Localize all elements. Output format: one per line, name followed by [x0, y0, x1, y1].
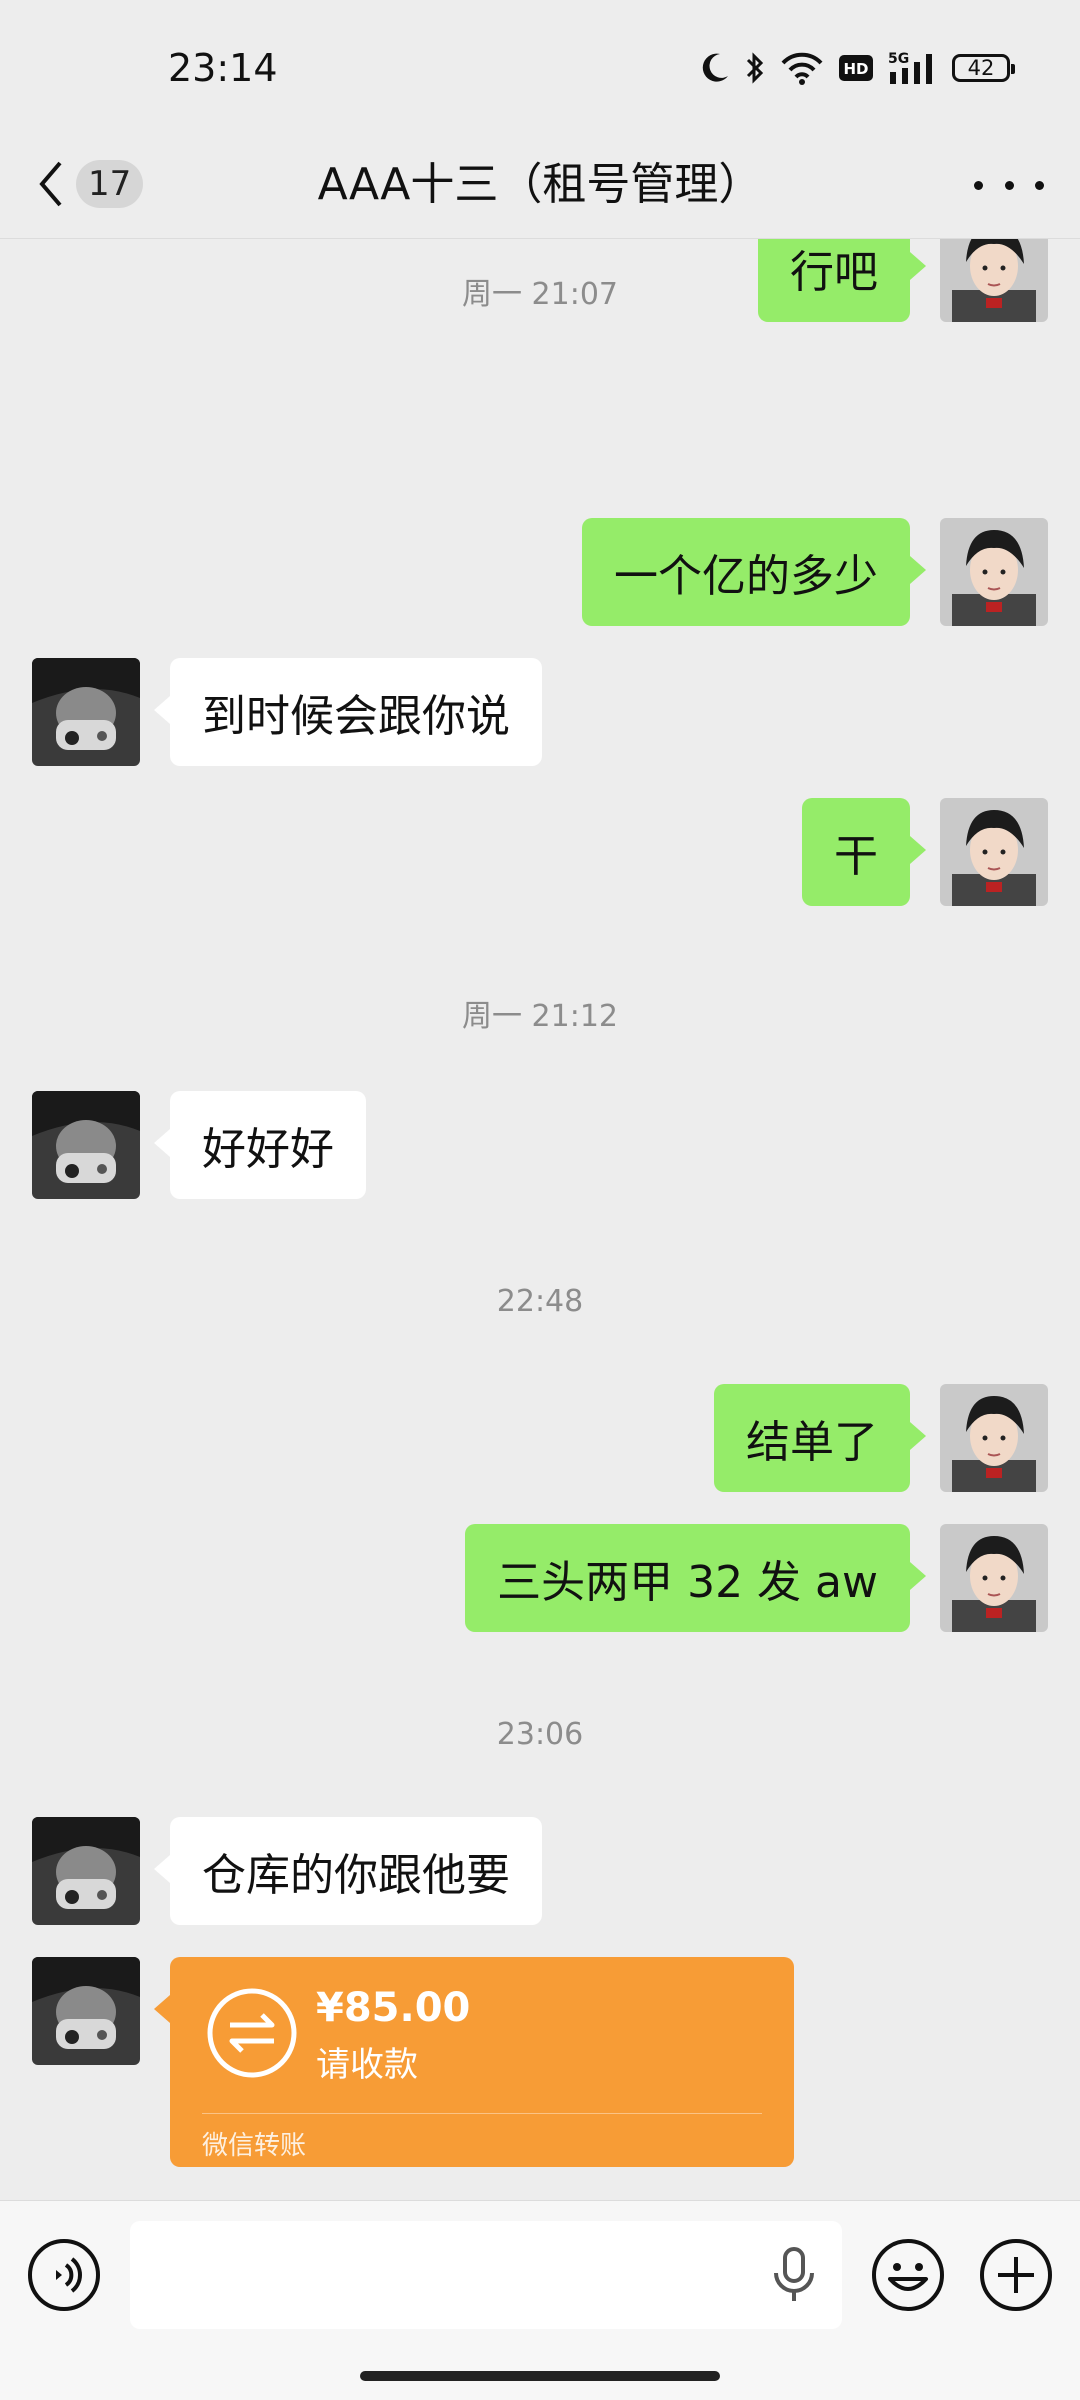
message-incoming[interactable]: 好好好	[154, 1091, 366, 1199]
message-outgoing[interactable]: 一个亿的多少	[582, 518, 926, 626]
divider	[202, 2113, 762, 2114]
battery-icon: 42	[952, 54, 1015, 82]
chat-screen: 23:14 HD 5G 42 17 AAA十三（租号管理） 行吧 周一 21:0…	[0, 0, 1080, 2400]
more-dot	[1035, 180, 1044, 190]
transfer-amount: ¥85.00	[316, 1985, 471, 2031]
wifi-icon	[780, 51, 824, 85]
more-dot	[1004, 180, 1014, 190]
moon-icon	[700, 52, 730, 84]
timestamp: 22:48	[496, 1284, 584, 1319]
emoji-icon	[872, 2239, 944, 2311]
timestamp: 周一 21:07	[462, 277, 618, 312]
chat-header: 17 AAA十三（租号管理）	[0, 130, 1080, 239]
transfer-status: 请收款	[316, 2045, 418, 2085]
contact-avatar[interactable]	[32, 1091, 140, 1199]
my-avatar[interactable]	[940, 798, 1048, 906]
more-button[interactable]	[974, 160, 1044, 210]
message-outgoing[interactable]: 干	[802, 798, 926, 906]
transfer-icon	[207, 1988, 297, 2078]
message-outgoing[interactable]: 三头两甲 32 发 aw	[465, 1524, 926, 1632]
message-incoming[interactable]: 到时候会跟你说	[154, 658, 542, 766]
contact-avatar[interactable]	[32, 1817, 140, 1925]
timestamp: 周一 21:12	[462, 999, 618, 1034]
input-bar	[0, 2200, 1080, 2400]
home-indicator[interactable]	[360, 2371, 720, 2381]
svg-text:5G: 5G	[888, 51, 909, 67]
chevron-left-icon	[39, 161, 62, 207]
svg-text:HD: HD	[843, 60, 868, 78]
chat-title: AAA十三（租号管理）	[317, 159, 763, 210]
timestamp: 23:06	[496, 1717, 584, 1752]
message-list[interactable]: 行吧 周一 21:07 一个亿的多少 到时候会跟你说 干 周一 21:12 好好…	[0, 239, 1080, 2199]
bluetooth-icon	[744, 51, 766, 85]
contact-avatar[interactable]	[32, 658, 140, 766]
transfer-card[interactable]: ¥85.00 请收款 微信转账	[154, 1957, 794, 2167]
voice-toggle-button[interactable]	[26, 2237, 102, 2313]
my-avatar[interactable]	[940, 1524, 1048, 1632]
emoji-button[interactable]	[870, 2237, 946, 2313]
my-avatar[interactable]	[940, 518, 1048, 626]
hd-icon: HD	[838, 54, 874, 82]
message-outgoing[interactable]: 结单了	[714, 1384, 926, 1492]
status-icons: HD 5G 42	[700, 44, 1015, 92]
contact-avatar[interactable]	[32, 1957, 140, 2065]
message-incoming[interactable]: 仓库的你跟他要	[154, 1817, 542, 1925]
status-bar: 23:14 HD 5G 42	[0, 0, 1080, 130]
message-input[interactable]	[130, 2221, 842, 2329]
my-avatar[interactable]	[940, 1384, 1048, 1492]
voice-icon	[28, 2239, 100, 2311]
unread-badge: 17	[76, 160, 144, 208]
microphone-icon[interactable]	[770, 2245, 818, 2305]
more-actions-button[interactable]	[978, 2237, 1054, 2313]
back-button[interactable]: 17	[36, 144, 144, 224]
plus-icon	[980, 2239, 1052, 2311]
signal-5g-icon: 5G	[888, 50, 938, 86]
transfer-label: 微信转账	[202, 2131, 307, 2161]
status-time: 23:14	[168, 46, 278, 90]
more-dot	[974, 180, 983, 190]
